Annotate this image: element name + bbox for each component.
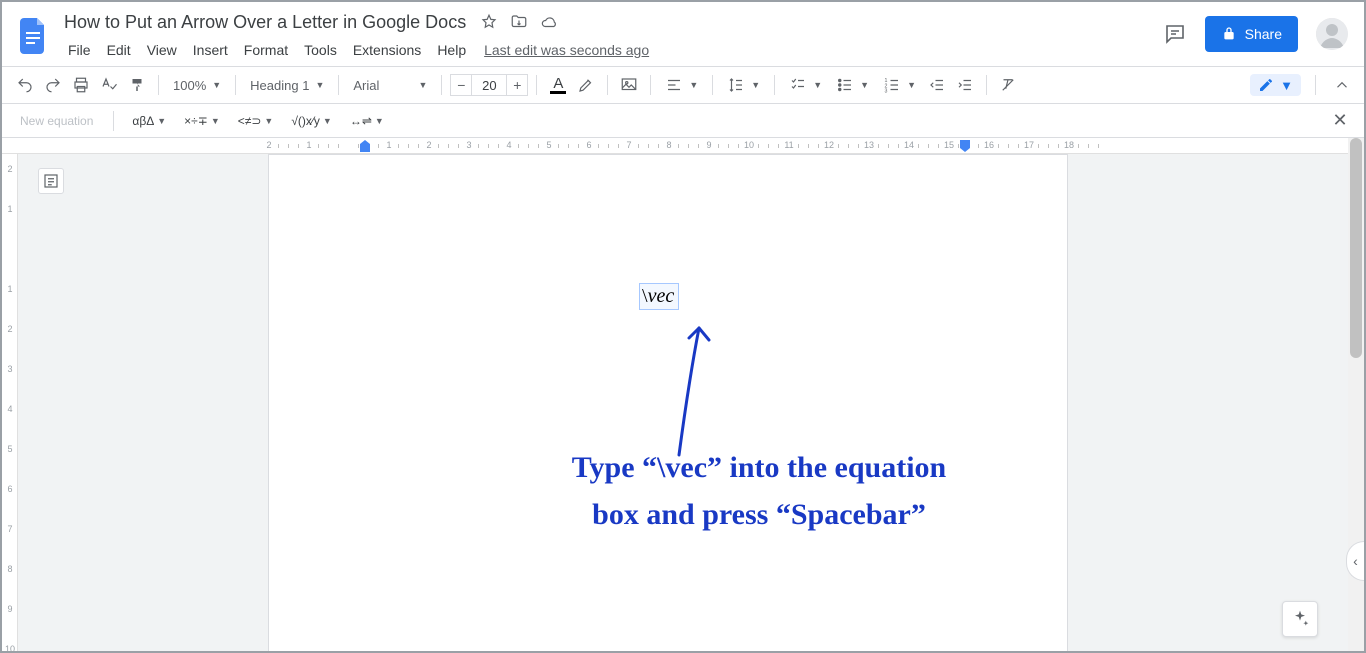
star-icon[interactable]: [480, 13, 498, 31]
relations-menu[interactable]: <≠⊃▼: [232, 114, 280, 128]
cloud-status-icon[interactable]: [540, 13, 558, 31]
menu-help[interactable]: Help: [429, 38, 474, 62]
math-ops-menu[interactable]: √()x⁄y▼: [285, 114, 338, 128]
annotation-arrow-icon: [659, 310, 719, 460]
numbered-list-button[interactable]: 123▼: [877, 76, 922, 94]
menu-file[interactable]: File: [60, 38, 99, 62]
menu-tools[interactable]: Tools: [296, 38, 345, 62]
fontsize-input[interactable]: 20: [472, 74, 506, 96]
spellcheck-button[interactable]: [96, 72, 122, 98]
annotation-text: Type “\vec” into the equation box and pr…: [439, 445, 1079, 538]
horizontal-ruler[interactable]: 21123456789101112131415161718: [2, 138, 1348, 154]
comments-icon[interactable]: [1163, 22, 1187, 46]
zoom-select[interactable]: 100%▼: [167, 78, 227, 93]
close-equation-toolbar[interactable]: ✕: [1326, 107, 1354, 135]
insert-image-button[interactable]: [616, 72, 642, 98]
undo-button[interactable]: [12, 72, 38, 98]
bulleted-list-button[interactable]: ▼: [830, 76, 875, 94]
align-select[interactable]: ▼: [659, 76, 704, 94]
line-spacing-select[interactable]: ▼: [721, 76, 766, 94]
share-label: Share: [1245, 26, 1282, 42]
document-outline-button[interactable]: [38, 168, 64, 194]
menu-extensions[interactable]: Extensions: [345, 38, 429, 62]
fontsize-increase[interactable]: +: [506, 74, 528, 96]
equation-toolbar: New equation αβΔ▼ ×÷∓▼ <≠⊃▼ √()x⁄y▼ ↔⇌▼ …: [2, 104, 1364, 138]
account-avatar[interactable]: [1316, 18, 1348, 50]
menu-edit[interactable]: Edit: [99, 38, 139, 62]
new-equation-button[interactable]: New equation: [12, 114, 101, 128]
clear-format-button[interactable]: [995, 72, 1021, 98]
style-value: Heading 1: [250, 78, 309, 93]
document-page[interactable]: \vec Type “\vec” into the equation box a…: [268, 154, 1068, 651]
move-icon[interactable]: [510, 13, 528, 31]
greek-letters-menu[interactable]: αβΔ▼: [126, 114, 172, 128]
checklist-button[interactable]: ▼: [783, 76, 828, 94]
docs-logo[interactable]: [14, 16, 54, 56]
paragraph-style-select[interactable]: Heading 1▼: [244, 78, 330, 93]
document-title[interactable]: How to Put an Arrow Over a Letter in Goo…: [60, 10, 470, 35]
misc-ops-menu[interactable]: ×÷∓▼: [178, 114, 226, 128]
collapse-toolbar-button[interactable]: [1330, 73, 1354, 97]
outdent-button[interactable]: [924, 72, 950, 98]
share-button[interactable]: Share: [1205, 16, 1298, 52]
fontsize-decrease[interactable]: −: [450, 74, 472, 96]
explore-button[interactable]: [1282, 601, 1318, 637]
indent-button[interactable]: [952, 72, 978, 98]
equation-command: vec: [648, 285, 675, 307]
menu-bar: File Edit View Insert Format Tools Exten…: [60, 38, 1163, 62]
text-color-button[interactable]: A: [545, 72, 571, 98]
font-select[interactable]: Arial▼: [347, 78, 433, 93]
arrows-menu[interactable]: ↔⇌▼: [344, 114, 390, 128]
fontsize-control: − 20 +: [450, 74, 528, 96]
menu-insert[interactable]: Insert: [185, 38, 236, 62]
svg-text:3: 3: [885, 89, 888, 95]
highlight-button[interactable]: [573, 72, 599, 98]
vertical-ruler[interactable]: 2112345678910: [2, 154, 18, 651]
equation-input[interactable]: \vec: [639, 283, 679, 310]
redo-button[interactable]: [40, 72, 66, 98]
print-button[interactable]: [68, 72, 94, 98]
menu-view[interactable]: View: [139, 38, 185, 62]
zoom-value: 100%: [173, 78, 206, 93]
last-edit-link[interactable]: Last edit was seconds ago: [484, 38, 649, 62]
font-value: Arial: [353, 78, 379, 93]
editing-mode-button[interactable]: ▼: [1250, 74, 1301, 96]
workspace: 21123456789101112131415161718 2112345678…: [2, 138, 1364, 651]
paint-format-button[interactable]: [124, 72, 150, 98]
menu-format[interactable]: Format: [236, 38, 296, 62]
primary-toolbar: 100%▼ Heading 1▼ Arial▼ − 20 + A ▼ ▼ ▼ ▼…: [2, 66, 1364, 104]
